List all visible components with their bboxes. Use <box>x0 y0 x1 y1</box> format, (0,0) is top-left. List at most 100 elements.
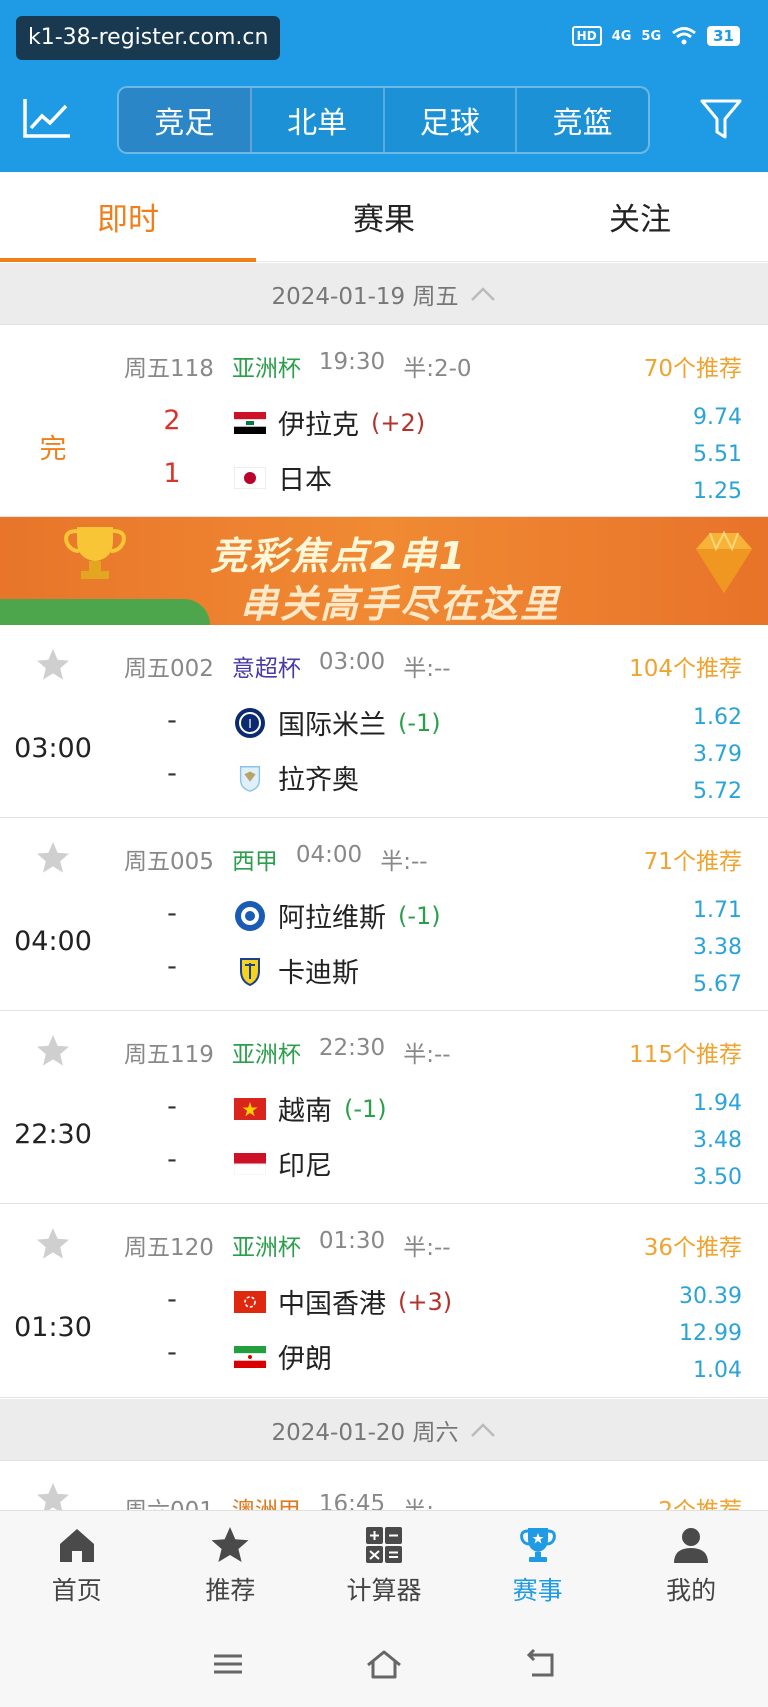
away-team: 拉齐奥 <box>234 758 359 797</box>
odds-draw[interactable]: 3.48 <box>693 1122 742 1159</box>
odds-home[interactable]: 9.74 <box>693 399 742 436</box>
odds-home[interactable]: 30.39 <box>679 1278 742 1315</box>
kickoff-time: 01:30 <box>318 1228 386 1254</box>
half-score: 半:-- <box>380 849 428 875</box>
home-team: I 国际米兰 (-1) <box>234 703 441 742</box>
recommendation-count[interactable]: 104个推荐 <box>629 649 742 683</box>
date-group-header[interactable]: 2024-01-19 周五 <box>0 263 768 325</box>
home-button-icon[interactable] <box>364 1647 404 1681</box>
trend-chart-icon[interactable] <box>22 96 72 140</box>
half-score: 半:2-0 <box>403 356 472 382</box>
trophy-icon <box>519 1527 556 1562</box>
tab-beidan[interactable]: 北单 <box>252 88 385 152</box>
odds-away[interactable]: 5.67 <box>693 966 742 1003</box>
star-follow-icon[interactable] <box>35 647 71 683</box>
odds-draw[interactable]: 5.51 <box>693 436 742 473</box>
network-5g-indicator: 5G <box>641 28 662 44</box>
away-team: 伊朗 <box>234 1337 332 1376</box>
match-row[interactable]: 22:30 周五119 亚洲杯 22:30 半:-- 115个推荐 - - 越南… <box>0 1011 768 1204</box>
odds-home[interactable]: 1.71 <box>693 892 742 929</box>
nav-matches[interactable]: 赛事 <box>461 1511 615 1620</box>
recommendation-count[interactable]: 70个推荐 <box>644 349 742 383</box>
match-meta: 周五002 意超杯 03:00 半:-- <box>124 649 451 683</box>
nav-home[interactable]: 首页 <box>0 1511 154 1620</box>
nav-calculator[interactable]: 计算器 <box>307 1511 461 1620</box>
recommendation-count[interactable]: 36个推荐 <box>644 1228 742 1262</box>
odds-away[interactable]: 1.04 <box>679 1352 742 1389</box>
match-row[interactable]: 01:30 周五120 亚洲杯 01:30 半:-- 36个推荐 - - 中国香… <box>0 1204 768 1398</box>
home-icon <box>59 1528 94 1562</box>
half-score: 半:-- <box>403 656 451 682</box>
odds-column: 30.39 12.99 1.04 <box>679 1278 742 1389</box>
sport-type-tabs: 竞足 北单 足球 竞篮 <box>117 86 650 154</box>
home-score: - <box>167 1091 177 1122</box>
kickoff-time: 22:30 <box>318 1035 386 1061</box>
star-follow-icon[interactable] <box>35 1033 71 1069</box>
star-icon <box>211 1526 249 1562</box>
menu-icon[interactable] <box>208 1647 248 1681</box>
odds-home[interactable]: 1.62 <box>693 699 742 736</box>
away-score: 1 <box>163 458 181 489</box>
handicap-label: (-1) <box>344 1094 387 1123</box>
away-team: 日本 <box>234 458 332 497</box>
league-label: 亚洲杯 <box>231 1042 301 1068</box>
date-group-header[interactable]: 2024-01-20 周六 <box>0 1399 768 1461</box>
kickoff-status: 03:00 <box>14 733 92 764</box>
match-code: 周五118 <box>124 356 214 382</box>
recommendation-count[interactable]: 115个推荐 <box>629 1035 742 1069</box>
kickoff-status: 22:30 <box>14 1119 92 1150</box>
promo-banner[interactable]: 竞彩焦点2串1 串关高手尽在这里 <box>0 517 768 625</box>
banner-title: 竞彩焦点2串1 <box>210 534 467 578</box>
odds-column: 1.71 3.38 5.67 <box>693 892 742 1003</box>
banner-subtitle: 串关高手尽在这里 <box>240 582 561 625</box>
odds-draw[interactable]: 3.38 <box>693 929 742 966</box>
nav-recommend[interactable]: 推荐 <box>154 1511 308 1620</box>
odds-column: 9.74 5.51 1.25 <box>693 399 742 510</box>
away-team-name: 伊朗 <box>278 1344 332 1375</box>
odds-away[interactable]: 3.50 <box>693 1159 742 1196</box>
kickoff-status: 04:00 <box>14 926 92 957</box>
wifi-icon <box>672 27 697 45</box>
tab-live[interactable]: 即时 <box>0 172 256 262</box>
odds-column: 1.62 3.79 5.72 <box>693 699 742 810</box>
vietnam-flag-icon <box>234 1097 266 1120</box>
tab-results[interactable]: 赛果 <box>256 172 512 261</box>
away-team-name: 日本 <box>278 465 332 496</box>
handicap-label: (+3) <box>398 1287 453 1316</box>
match-code: 周五119 <box>124 1042 214 1068</box>
tab-football[interactable]: 足球 <box>385 88 518 152</box>
recommendation-count[interactable]: 71个推荐 <box>644 842 742 876</box>
match-row[interactable]: 03:00 周五002 意超杯 03:00 半:-- 104个推荐 - - I … <box>0 625 768 818</box>
nav-recommend-label: 推荐 <box>205 1575 256 1605</box>
date-label: 2024-01-19 周五 <box>271 283 459 310</box>
odds-away[interactable]: 1.25 <box>693 473 742 510</box>
half-score: 半:-- <box>403 1042 451 1068</box>
tab-jingzu[interactable]: 竞足 <box>119 88 252 152</box>
league-label: 亚洲杯 <box>231 1235 301 1261</box>
banner-pitch <box>0 599 210 625</box>
indonesia-flag-icon <box>234 1152 266 1175</box>
tab-following[interactable]: 关注 <box>512 172 768 261</box>
japan-flag-icon <box>234 466 266 489</box>
lazio-crest-icon <box>239 765 261 792</box>
star-follow-icon[interactable] <box>35 1226 71 1262</box>
match-row[interactable]: 完 周五118 亚洲杯 19:30 半:2-0 70个推荐 2 1 伊拉克 (+… <box>0 325 768 517</box>
nav-profile[interactable]: 我的 <box>614 1511 768 1620</box>
away-team-name: 卡迪斯 <box>278 958 359 989</box>
odds-draw[interactable]: 12.99 <box>679 1315 742 1352</box>
odds-away[interactable]: 5.72 <box>693 773 742 810</box>
away-team: 卡迪斯 <box>234 951 359 990</box>
status-bar: HD 4G 5G 31 <box>571 26 740 46</box>
match-meta: 周五119 亚洲杯 22:30 半:-- <box>124 1035 451 1069</box>
back-icon[interactable] <box>520 1647 560 1681</box>
odds-home[interactable]: 1.94 <box>693 1085 742 1122</box>
home-team-name: 国际米兰 <box>278 710 386 741</box>
match-row[interactable]: 04:00 周五005 西甲 04:00 半:-- 71个推荐 - - 阿拉维斯… <box>0 818 768 1011</box>
tab-jinglan[interactable]: 竞篮 <box>517 88 648 152</box>
user-icon <box>674 1527 709 1563</box>
star-follow-icon[interactable] <box>35 840 71 876</box>
filter-icon[interactable] <box>698 96 744 142</box>
inter-milan-crest-icon: I <box>235 707 265 738</box>
away-score: - <box>167 1337 177 1368</box>
odds-draw[interactable]: 3.79 <box>693 736 742 773</box>
